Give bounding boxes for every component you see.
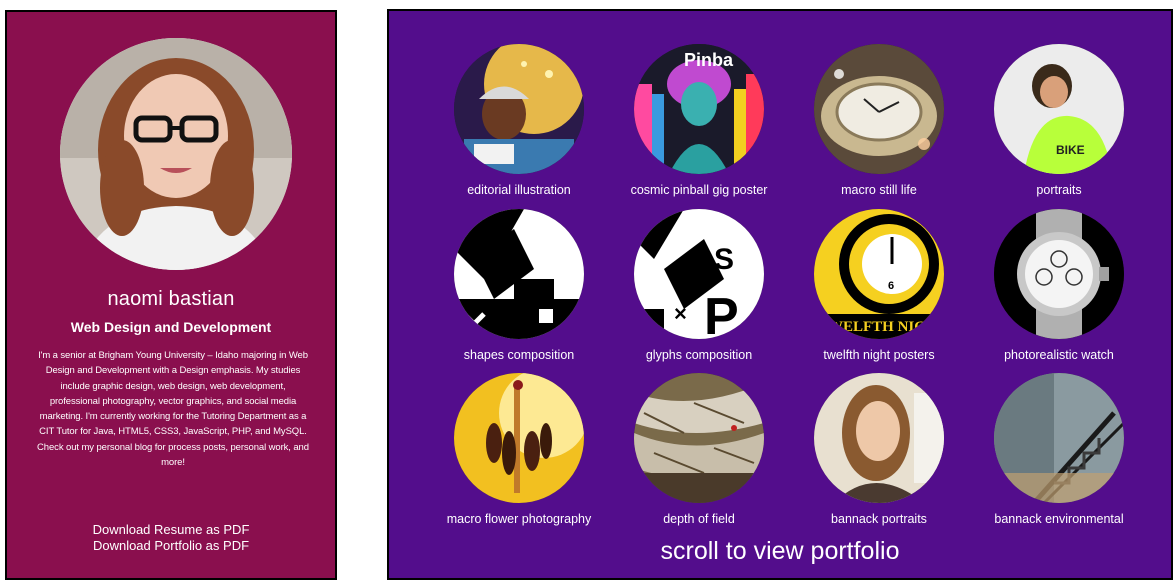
stairs-thumbnail xyxy=(994,373,1124,503)
svg-text:S: S xyxy=(714,243,734,276)
profile-panel: naomi bastian Web Design and Development… xyxy=(5,10,337,580)
svg-text:×: × xyxy=(674,301,687,326)
download-links: Download Resume as PDF Download Portfoli… xyxy=(7,522,335,554)
svg-text:6: 6 xyxy=(888,280,894,292)
download-portfolio-link[interactable]: Download Portfolio as PDF xyxy=(7,538,335,554)
portfolio-item-macro-flower[interactable]: macro flower photography xyxy=(429,373,609,526)
scroll-hint: scroll to view portfolio xyxy=(660,537,900,565)
portfolio-item-twelfth-night[interactable]: 6 TWELFTH NIGH twelfth night posters xyxy=(789,209,969,362)
poster-thumbnail: Pinba xyxy=(634,44,764,174)
portfolio-item-portraits[interactable]: BIKE portraits xyxy=(969,44,1149,197)
svg-text:TWELFTH NIGH: TWELFTH NIGH xyxy=(818,319,938,335)
svg-text:Pinba: Pinba xyxy=(684,50,734,70)
portfolio-item-photorealistic-watch[interactable]: photorealistic watch xyxy=(969,209,1149,362)
portfolio-item-bannack-portraits[interactable]: bannack portraits xyxy=(789,373,969,526)
illustration-thumbnail xyxy=(454,44,584,174)
portfolio-item-bannack-environmental[interactable]: bannack environmental xyxy=(969,373,1149,526)
flower-thumbnail xyxy=(454,373,584,503)
portfolio-item-macro-still-life[interactable]: macro still life xyxy=(789,44,969,197)
profile-name: naomi bastian xyxy=(107,288,235,310)
glyphs-thumbnail: S P × xyxy=(634,209,764,339)
profile-subtitle: Web Design and Development xyxy=(70,319,272,335)
watch-thumbnail xyxy=(994,209,1124,339)
woman-portrait-thumbnail xyxy=(814,373,944,503)
portfolio-panel: editorial illustration Pinba cosmic pinb… xyxy=(387,9,1173,580)
portfolio-item-depth-of-field[interactable]: depth of field xyxy=(609,373,789,526)
svg-text:P: P xyxy=(704,288,739,339)
shapes-thumbnail xyxy=(454,209,584,339)
portfolio-item-editorial-illustration[interactable]: editorial illustration xyxy=(429,44,609,197)
clock-poster-thumbnail: 6 TWELFTH NIGH xyxy=(814,209,944,339)
profile-photo xyxy=(60,38,292,270)
avatar xyxy=(60,38,292,270)
watch-macro-thumbnail xyxy=(814,44,944,174)
profile-bio: I'm a senior at Brigham Young University… xyxy=(37,350,309,469)
bark-thumbnail xyxy=(634,373,764,503)
portfolio-item-shapes-composition[interactable]: shapes composition xyxy=(429,209,609,362)
portfolio-grid: editorial illustration Pinba cosmic pinb… xyxy=(389,11,1171,578)
download-resume-link[interactable]: Download Resume as PDF xyxy=(7,522,335,538)
portfolio-item-glyphs-composition[interactable]: S P × glyphs composition xyxy=(609,209,789,362)
portfolio-item-cosmic-pinball[interactable]: Pinba cosmic pinball gig poster xyxy=(609,44,789,197)
portrait-thumbnail: BIKE xyxy=(994,44,1124,174)
svg-text:BIKE: BIKE xyxy=(1056,143,1085,157)
